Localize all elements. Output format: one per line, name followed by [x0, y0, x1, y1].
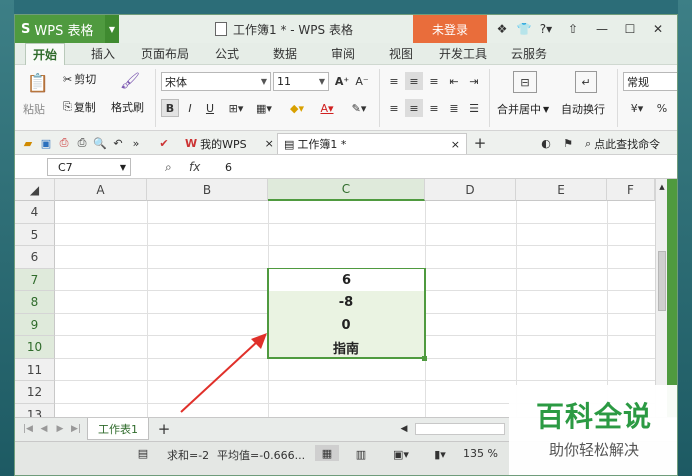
arrow-shaft: [180, 340, 259, 413]
wps-window: S WPS 表格 ▼ 工作簿1 * - WPS 表格 未登录 ❖ 👕 ?▾ ⇧ …: [14, 14, 678, 476]
desktop-background-left: [0, 0, 14, 476]
annotation-arrow: [180, 333, 267, 413]
desktop-background-right: [678, 0, 692, 476]
